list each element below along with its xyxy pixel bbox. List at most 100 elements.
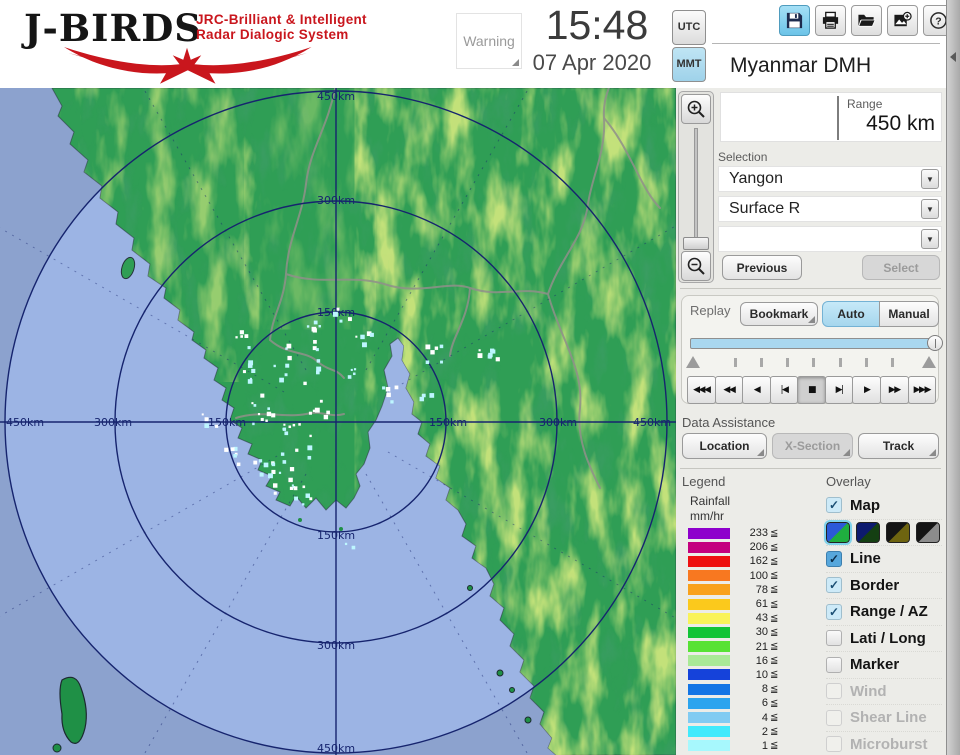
zoom-out-icon bbox=[686, 256, 706, 276]
overlay-item-label: Wind bbox=[850, 683, 887, 700]
overlay-item: Shear Line bbox=[826, 704, 942, 731]
legend-value: 30 bbox=[736, 626, 768, 638]
legend-units: Rainfall mm/hr bbox=[690, 494, 730, 524]
legend-value: 206 bbox=[736, 541, 768, 553]
j-birds-app: J-BIRDS JRC-Brilliant & Intelligent Rada… bbox=[0, 0, 960, 755]
lte-symbol: ≦ bbox=[770, 698, 778, 709]
map-style-swatch[interactable] bbox=[826, 522, 850, 543]
legend-swatch bbox=[688, 740, 730, 751]
select-button[interactable]: Select bbox=[862, 255, 940, 280]
overlay-item: ✓ Border bbox=[826, 572, 942, 599]
replay-slider-handle[interactable] bbox=[927, 335, 943, 351]
svg-text:450km: 450km bbox=[317, 90, 355, 103]
checkbox bbox=[826, 710, 842, 726]
checkbox[interactable]: ✓ bbox=[826, 497, 842, 513]
playback-button[interactable]: |◀ bbox=[770, 376, 799, 404]
playback-button[interactable]: ■ bbox=[797, 376, 826, 404]
manual-button[interactable]: Manual bbox=[879, 301, 939, 327]
replay-slider[interactable] bbox=[690, 338, 936, 349]
overlay-label: Overlay bbox=[826, 474, 871, 489]
overlay-item-label: Border bbox=[850, 577, 899, 594]
map-style-swatch[interactable] bbox=[886, 522, 910, 543]
toolbar: ? bbox=[779, 5, 954, 36]
playback-button[interactable]: ▶ bbox=[852, 376, 881, 404]
svg-text:450km: 450km bbox=[317, 742, 355, 755]
legend-value: 1 bbox=[736, 740, 768, 752]
utc-button[interactable]: UTC bbox=[672, 10, 706, 45]
location-button[interactable]: Location bbox=[682, 433, 767, 459]
save-button[interactable] bbox=[779, 5, 810, 36]
overlay-item-label: Range / AZ bbox=[850, 603, 928, 620]
svg-text:450km: 450km bbox=[633, 416, 671, 429]
playback-button[interactable]: ◀ bbox=[742, 376, 771, 404]
playback-button[interactable]: ▶▶▶ bbox=[908, 376, 937, 404]
svg-text:300km: 300km bbox=[317, 194, 355, 207]
chevron-down-icon[interactable]: ▼ bbox=[921, 229, 939, 249]
overlay-item-label: Map bbox=[850, 497, 880, 514]
checkbox[interactable] bbox=[826, 630, 842, 646]
playback-button[interactable]: ◀◀ bbox=[715, 376, 744, 404]
map-style-swatch[interactable] bbox=[856, 522, 880, 543]
zoom-slider-handle[interactable] bbox=[683, 237, 709, 250]
bookmark-button[interactable]: Bookmark bbox=[740, 302, 818, 326]
playback-button[interactable]: ▶▶ bbox=[880, 376, 909, 404]
slider-end-marker[interactable] bbox=[922, 356, 936, 368]
legend-row: 206≦ bbox=[688, 540, 808, 554]
legend-row: 43≦ bbox=[688, 611, 808, 625]
radar-map[interactable]: 450km 300km 150km 150km 300km 450km 450k… bbox=[0, 88, 676, 755]
map-style-swatches bbox=[826, 519, 942, 546]
mmt-button[interactable]: MMT bbox=[672, 47, 706, 82]
open-folder-button[interactable] bbox=[851, 5, 882, 36]
overlay-item-label: Microburst bbox=[850, 736, 928, 753]
range-label: Range bbox=[847, 97, 882, 111]
station-title: Myanmar DMH bbox=[714, 50, 940, 82]
lte-symbol: ≦ bbox=[770, 655, 778, 666]
slider-start-marker[interactable] bbox=[686, 356, 700, 368]
auto-button[interactable]: Auto bbox=[822, 301, 880, 327]
legend-row: 21≦ bbox=[688, 640, 808, 654]
site-dropdown[interactable]: Yangon ▼ bbox=[718, 166, 942, 192]
track-button[interactable]: Track bbox=[858, 433, 939, 459]
slider-tick bbox=[839, 358, 842, 367]
zoom-in-button[interactable] bbox=[681, 94, 711, 124]
checkbox[interactable] bbox=[826, 657, 842, 673]
header: J-BIRDS JRC-Brilliant & Intelligent Rada… bbox=[0, 0, 960, 88]
zoom-slider-track[interactable] bbox=[694, 128, 698, 248]
legend-value: 21 bbox=[736, 641, 768, 653]
svg-text:150km: 150km bbox=[429, 416, 467, 429]
previous-button[interactable]: Previous bbox=[722, 255, 802, 280]
lte-symbol: ≦ bbox=[770, 556, 778, 567]
option-dropdown[interactable]: ▼ bbox=[718, 226, 942, 252]
overlay-item: Marker bbox=[826, 651, 942, 678]
map-style-swatch[interactable] bbox=[916, 522, 940, 543]
slider-tick bbox=[891, 358, 894, 367]
legend-swatch bbox=[688, 698, 730, 709]
checkbox[interactable]: ✓ bbox=[826, 604, 842, 620]
zoom-out-button[interactable] bbox=[681, 251, 711, 281]
panel-collapse-strip[interactable] bbox=[946, 0, 960, 755]
playback-button[interactable]: ◀◀◀ bbox=[687, 376, 716, 404]
legend-row: 162≦ bbox=[688, 554, 808, 568]
product-dropdown[interactable]: Surface R ▼ bbox=[718, 196, 942, 222]
x-section-button[interactable]: X-Section bbox=[772, 433, 853, 459]
checkbox[interactable]: ✓ bbox=[826, 551, 842, 567]
svg-text:150km: 150km bbox=[317, 529, 355, 542]
lte-symbol: ≦ bbox=[770, 528, 778, 539]
lte-symbol: ≦ bbox=[770, 542, 778, 553]
chevron-down-icon[interactable]: ▼ bbox=[921, 199, 939, 219]
legend-swatch bbox=[688, 599, 730, 610]
playback-button[interactable]: ▶| bbox=[825, 376, 854, 404]
svg-text:?: ? bbox=[935, 16, 941, 27]
slider-ticks bbox=[734, 358, 894, 367]
print-button[interactable] bbox=[815, 5, 846, 36]
open-folder-icon bbox=[857, 11, 876, 30]
checkbox[interactable]: ✓ bbox=[826, 577, 842, 593]
control-panel: Range 450 km Selection Yangon ▼ Surface … bbox=[676, 88, 946, 755]
svg-text:300km: 300km bbox=[539, 416, 577, 429]
separator bbox=[680, 468, 941, 469]
range-divider bbox=[837, 96, 839, 140]
add-image-button[interactable] bbox=[887, 5, 918, 36]
legend-row: 1≦ bbox=[688, 739, 808, 753]
overlay-item: ✓ Map bbox=[826, 492, 942, 519]
chevron-down-icon[interactable]: ▼ bbox=[921, 169, 939, 189]
